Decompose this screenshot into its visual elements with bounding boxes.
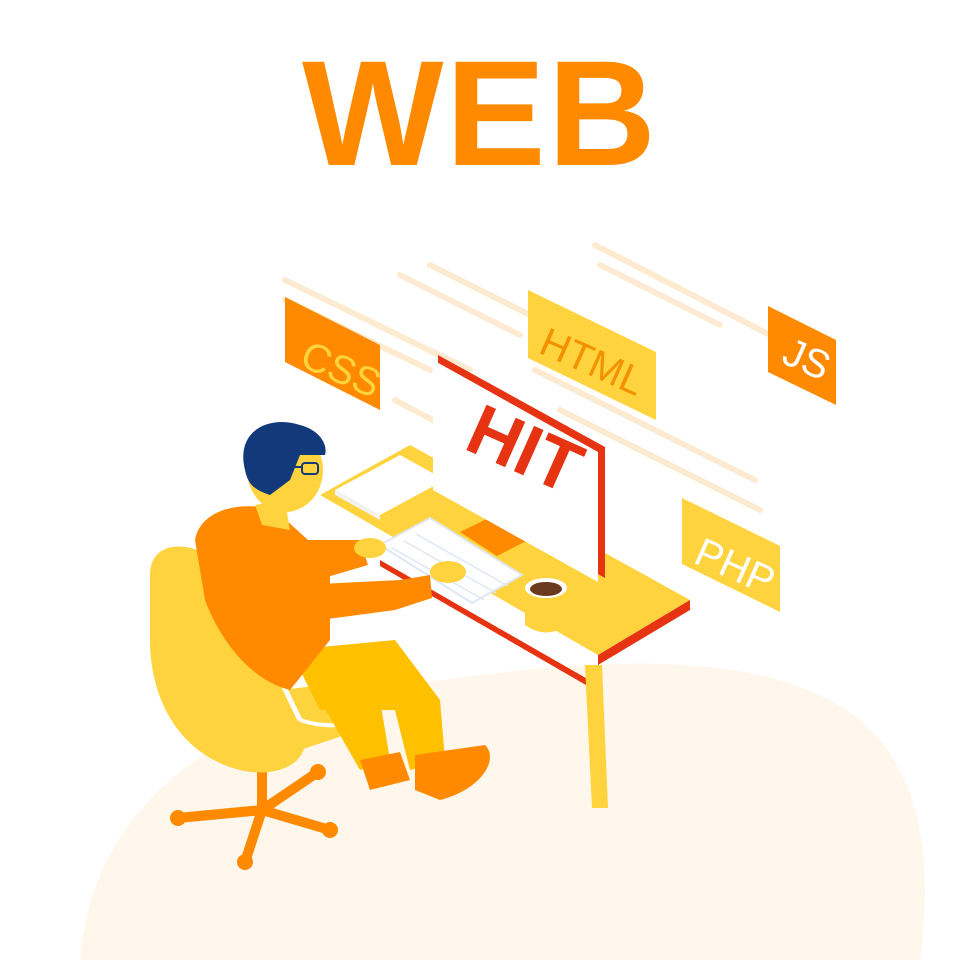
developer-illustration: CSS HTML JS PHP HIT <box>80 242 925 960</box>
php-tag: PHP <box>682 498 781 612</box>
js-tag: JS <box>768 306 837 405</box>
coffee-cup <box>525 578 567 633</box>
css-tag: CSS <box>285 297 387 410</box>
